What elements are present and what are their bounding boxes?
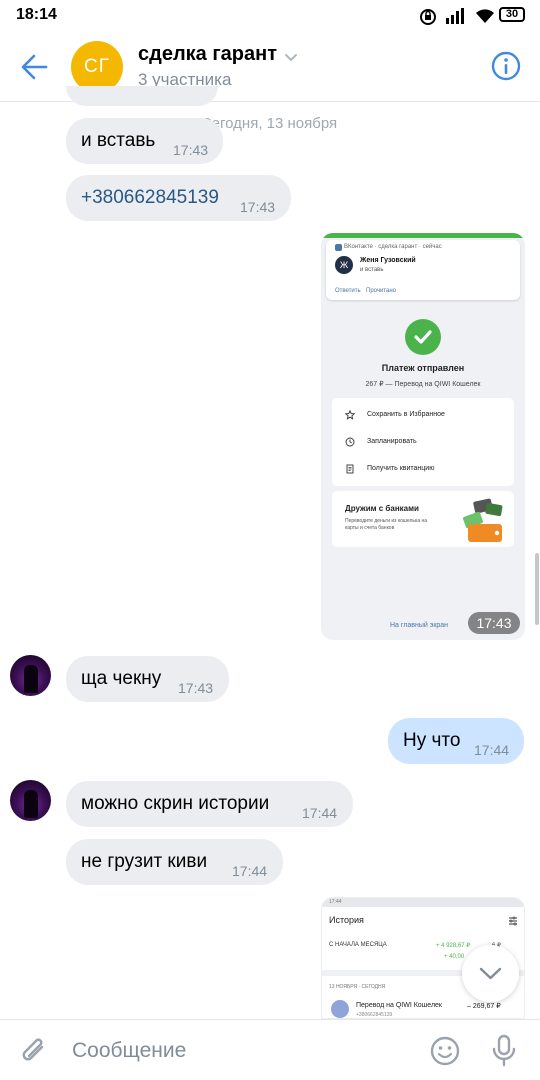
message-time: 17:44 (474, 742, 510, 758)
message-text: не грузит киви (81, 851, 208, 872)
message-bubble[interactable]: можно скрин истории 17:44 (66, 781, 353, 827)
message-bubble-partial (66, 86, 218, 106)
battery-icon: 30 (499, 7, 525, 22)
notification-mark-read: Прочитано (366, 288, 396, 294)
filter-icon (509, 916, 517, 926)
notification-text: и вставь (360, 267, 384, 273)
history-item-amount: – 269,67 ₽ (467, 1003, 501, 1010)
message-bubble[interactable]: +380662845139 17:43 (66, 175, 291, 221)
history-item-title: Перевод на QIWI Кошелек (356, 1002, 442, 1009)
scrollbar[interactable] (535, 553, 539, 625)
emoji-icon[interactable] (429, 1035, 461, 1067)
message-time: 17:43 (173, 142, 209, 158)
notification-sender: Женя Гузовский (360, 257, 416, 264)
star-icon (345, 410, 355, 420)
message-bubble[interactable]: ща чекну 17:43 (66, 656, 229, 702)
message-text: Ну что (403, 730, 461, 751)
banks-promo-card: Дружим с банками Переводите деньги из ко… (332, 491, 514, 547)
action-row: Запланировать (332, 429, 514, 455)
message-time: 17:44 (232, 863, 268, 879)
wifi-icon (476, 9, 494, 23)
receipt-icon (346, 464, 354, 474)
message-text: можно скрин истории (81, 793, 270, 814)
payment-subtitle: 267 ₽ — Перевод на QIWI Кошелек (365, 381, 481, 388)
sender-avatar[interactable] (10, 780, 51, 821)
vk-icon (335, 244, 342, 251)
status-time: 18:14 (16, 6, 57, 23)
phone-link[interactable]: +380662845139 (81, 187, 219, 209)
transfer-icon (331, 1000, 349, 1018)
actions-card: Сохранить в Избранное Запланировать Полу… (332, 398, 514, 486)
banks-text: Переводите деньги из кошелька на карты и… (345, 518, 428, 531)
image-time: 17:43 (468, 612, 520, 634)
status-strip (321, 233, 525, 238)
history-month-label: С НАЧАЛА МЕСЯЦА (329, 942, 387, 948)
check-icon (405, 319, 441, 355)
message-text: ща чекну (81, 668, 162, 689)
action-label: Запланировать (367, 438, 417, 445)
notification-app: ВКонтакте · сделка гарант · сейчас (344, 244, 442, 250)
message-time: 17:43 (178, 680, 214, 696)
action-label: Получить квитанцию (367, 465, 435, 472)
battery-level: 30 (505, 8, 519, 20)
chevron-down-icon (479, 967, 502, 980)
paperclip-icon[interactable] (20, 1035, 50, 1067)
screenshot-statusbar: 17:44 (322, 898, 524, 907)
message-time: 17:44 (302, 805, 338, 821)
screenshot-time: 17:44 (329, 899, 342, 905)
back-arrow-icon[interactable] (16, 49, 56, 85)
message-bubble[interactable]: не грузит киви 17:44 (66, 839, 283, 885)
scroll-down-button[interactable] (462, 945, 519, 1002)
home-link: На главный экран (390, 622, 449, 629)
status-bar: 18:14 30 (0, 0, 540, 32)
message-time: 17:43 (240, 199, 276, 215)
microphone-icon[interactable] (490, 1034, 518, 1068)
notification-card: ВКонтакте · сделка гарант · сейчас Ж Жен… (326, 240, 520, 300)
message-bubble-outgoing[interactable]: Ну что 17:44 (388, 718, 524, 764)
message-composer (0, 1019, 540, 1080)
message-text: и вставь (81, 130, 156, 151)
chat-title[interactable]: сделка гарант (138, 43, 277, 66)
sender-avatar[interactable] (10, 655, 51, 696)
action-row: Сохранить в Избранное (332, 402, 514, 428)
banks-title: Дружим с банками (345, 504, 419, 513)
image-attachment[interactable]: ВКонтакте · сделка гарант · сейчас Ж Жен… (321, 233, 525, 640)
info-icon[interactable] (490, 50, 522, 82)
history-date-label: 13 НОЯБРЯ · СЕГОДНЯ (329, 984, 386, 990)
signal-icon (446, 8, 464, 24)
history-item-sub: +380662845139 (356, 1012, 393, 1018)
wallet-illustration-icon (463, 498, 503, 542)
message-input[interactable] (72, 1034, 412, 1068)
payment-title: Платеж отправлен (381, 363, 465, 373)
clock-icon (345, 437, 355, 447)
message-bubble[interactable]: и вставь 17:43 (66, 118, 223, 164)
history-title: История (329, 915, 364, 925)
alarm-icon (420, 9, 436, 25)
notification-avatar: Ж (335, 256, 353, 274)
notification-reply: Ответить (335, 288, 361, 294)
action-label: Сохранить в Избранное (367, 411, 445, 418)
chevron-down-icon[interactable] (283, 50, 299, 64)
action-row: Получить квитанцию (332, 456, 514, 482)
